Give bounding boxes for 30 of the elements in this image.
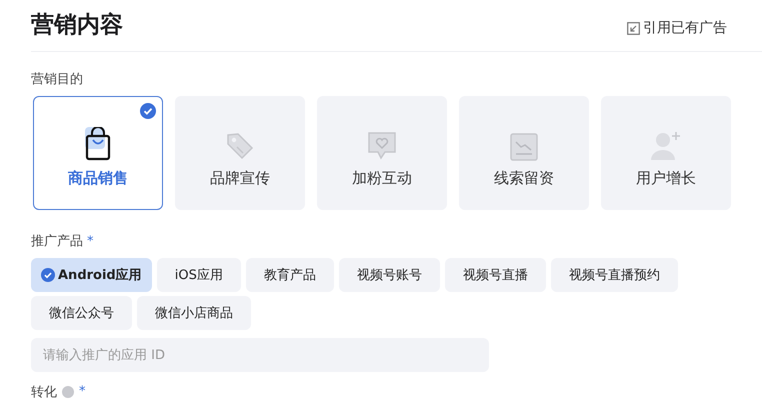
product-chip[interactable]: 微信公众号 [31,296,132,330]
check-icon [140,103,156,119]
check-icon [41,268,55,282]
product-chip[interactable]: iOS应用 [156,258,241,292]
product-chip[interactable]: 视频号直播 [444,258,546,292]
required-mark: * [79,384,86,399]
product-chip[interactable]: 视频号账号 [338,258,440,292]
objective-card[interactable]: 品牌宣传 [175,96,305,210]
reuse-ad-link[interactable]: 引用已有广告 [627,19,727,37]
add-user-icon [650,130,682,160]
tag-icon [225,130,255,160]
app-id-input[interactable]: 请输入推广的应用 ID [31,338,489,372]
product-chip[interactable]: 视频号直播预约 [550,258,678,292]
chat-heart-icon [367,130,397,160]
section-title: 营销内容 [31,10,123,40]
required-mark: * [87,234,94,249]
objective-card[interactable]: 线索留资 [459,96,589,210]
field-label: 推广产品 [31,233,83,250]
objective-card[interactable]: 加粉互动 [317,96,447,210]
objective-card[interactable]: 商品销售 [33,96,163,210]
field-label: 转化 [31,384,57,400]
checkbox-arrow-icon [627,22,640,34]
shopping-bag-icon [83,126,113,160]
help-icon [62,386,74,398]
product-chip[interactable]: 微信小店商品 [137,296,251,330]
product-chip[interactable]: 教育产品 [246,258,334,292]
product-chip[interactable]: Android应用 [31,258,152,292]
field-label: 营销目的 [31,71,83,88]
chart-card-icon [510,132,538,160]
objective-card[interactable]: 用户增长 [601,96,731,210]
